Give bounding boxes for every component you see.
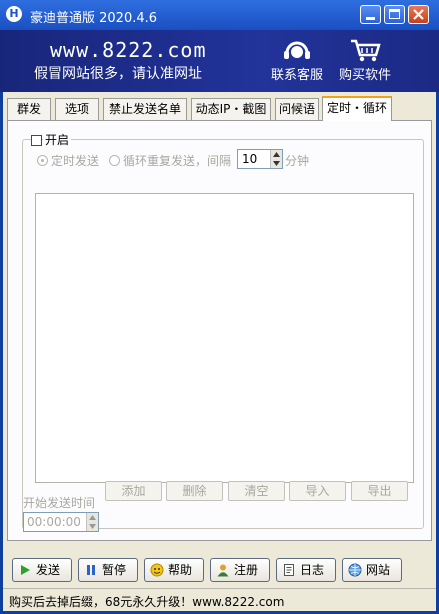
delete-button[interactable]: 删除 (166, 481, 223, 501)
start-time-value: 00:00:00 (27, 515, 81, 529)
timer-loop-panel: 开启 定时发送 循环重复发送，间隔 10 分钟 开始发送时间 00:00:00 … (7, 120, 432, 541)
close-button[interactable] (408, 5, 429, 24)
radio-selected-dot (41, 159, 44, 162)
maximize-icon (389, 9, 400, 19)
status-text: 购买后去掉后缀，68元永久升级！www.8222.com (9, 595, 285, 609)
site-url[interactable]: www.8222.com (50, 38, 207, 62)
schedule-group: 开启 定时发送 循环重复发送，间隔 10 分钟 开始发送时间 00:00:00 (22, 131, 424, 532)
start-time-label: 开始发送时间 (23, 496, 96, 510)
app-icon: H (6, 6, 22, 22)
cart-icon (351, 39, 381, 62)
export-button[interactable]: 导出 (351, 481, 408, 501)
minimize-icon (366, 17, 375, 20)
register-button[interactable]: 注册 (210, 558, 270, 582)
tab-timer-loop[interactable]: 定时・循环 (322, 96, 392, 121)
play-icon (21, 565, 30, 575)
window-title: 豪迪普通版 2020.4.6 (30, 11, 158, 26)
log-button[interactable]: 日志 (276, 558, 336, 582)
send-button[interactable]: 发送 (12, 558, 72, 582)
tab-dynamic-ip-screenshot[interactable]: 动态IP・截图 (191, 98, 271, 120)
timed-send-label: 定时发送 (51, 154, 100, 168)
chevron-up-icon (273, 152, 280, 157)
headset-icon (284, 41, 310, 59)
maximize-button[interactable] (384, 5, 405, 24)
add-button[interactable]: 添加 (105, 481, 162, 501)
chevron-down-icon (273, 161, 280, 166)
status-bar: 购买后去掉后缀，68元永久升级！www.8222.com (3, 588, 436, 612)
tab-blocklist[interactable]: 禁止发送名单 (103, 98, 187, 120)
tab-group-send[interactable]: 群发 (7, 98, 51, 120)
interval-up-button[interactable] (270, 150, 282, 159)
client-area: 群发 选项 禁止发送名单 动态IP・截图 问候语 定时・循环 开启 定时发送 循… (3, 92, 436, 611)
interval-unit: 分钟 (285, 154, 310, 168)
chevron-down-icon (89, 524, 96, 529)
import-button[interactable]: 导入 (289, 481, 346, 501)
interval-down-button[interactable] (270, 159, 282, 168)
timed-send-radio[interactable] (37, 155, 48, 166)
pause-icon (87, 565, 95, 575)
app-window: H 豪迪普通版 2020.4.6 www.8222.com 假冒网站很多，请认准… (0, 0, 439, 614)
time-up-button[interactable] (86, 513, 98, 522)
title-bar[interactable]: H 豪迪普通版 2020.4.6 (0, 0, 439, 30)
chevron-up-icon (89, 515, 96, 520)
enable-label: 开启 (43, 131, 72, 148)
register-label: 注册 (234, 563, 259, 577)
smiley-icon (150, 563, 164, 577)
schedule-list[interactable] (35, 193, 414, 483)
pause-label: 暂停 (102, 563, 127, 577)
customer-service-link[interactable]: 联系客服 (265, 37, 329, 87)
enable-checkbox[interactable] (31, 135, 42, 146)
globe-icon (348, 563, 362, 577)
help-label: 帮助 (168, 563, 193, 577)
log-label: 日志 (300, 563, 325, 577)
close-icon (413, 9, 424, 20)
tab-options[interactable]: 选项 (55, 98, 99, 120)
slogan: 假冒网站很多，请认准网址 (34, 66, 202, 82)
interval-spinner[interactable]: 10 (237, 149, 283, 169)
buy-software-label: 购买软件 (338, 68, 391, 83)
document-icon (284, 564, 294, 576)
clear-button[interactable]: 清空 (228, 481, 285, 501)
send-label: 发送 (36, 563, 61, 577)
customer-service-label: 联系客服 (270, 68, 323, 83)
loop-send-radio[interactable] (109, 155, 120, 166)
buy-software-link[interactable]: 购买软件 (333, 37, 397, 87)
pause-button[interactable]: 暂停 (78, 558, 138, 582)
minimize-button[interactable] (360, 5, 381, 24)
tab-greetings[interactable]: 问候语 (275, 98, 319, 120)
start-time-picker[interactable]: 00:00:00 (23, 512, 99, 532)
loop-send-label: 循环重复发送，间隔 (123, 154, 232, 168)
website-label: 网站 (366, 563, 391, 577)
interval-value: 10 (242, 152, 258, 166)
help-button[interactable]: 帮助 (144, 558, 204, 582)
time-down-button[interactable] (86, 522, 98, 531)
website-button[interactable]: 网站 (342, 558, 402, 582)
user-icon (217, 564, 229, 577)
